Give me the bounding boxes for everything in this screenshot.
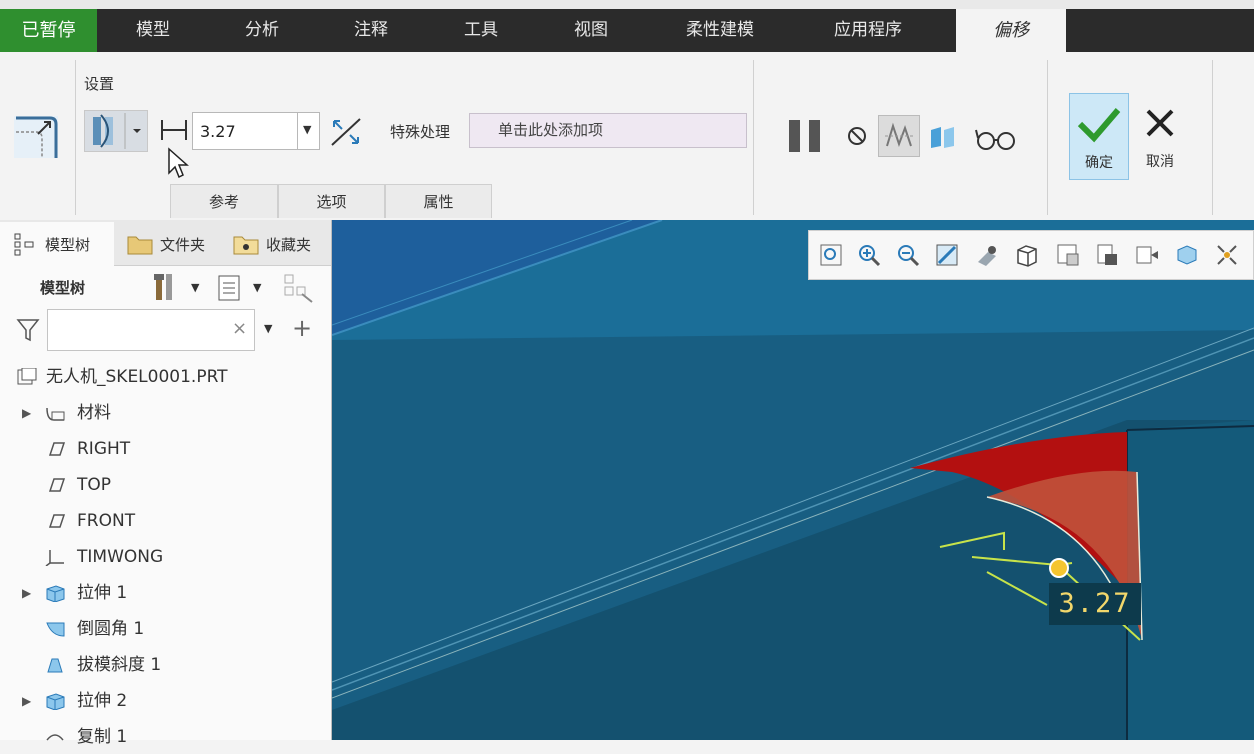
verify-glasses-icon[interactable] [975, 126, 1017, 152]
flip-direction-icon[interactable] [328, 115, 364, 149]
model-geometry [332, 220, 1254, 740]
tab-applications[interactable]: 应用程序 [793, 9, 943, 52]
tree-item-label: 材料 [77, 403, 111, 423]
draft-icon [47, 658, 63, 673]
tab-model[interactable]: 模型 [97, 9, 209, 52]
tree-item-label: RIGHT [77, 439, 131, 459]
display-style-icon[interactable] [974, 242, 1000, 268]
tree-item-label: 复制 1 [77, 727, 128, 747]
graphics-viewport[interactable] [332, 220, 1254, 740]
folder-icon [127, 236, 153, 255]
tab-favorites[interactable]: 收藏夹 [224, 222, 328, 266]
settings-tools-icon[interactable] [152, 270, 182, 304]
distance-input[interactable]: 3.27 ▼ [192, 112, 320, 150]
datum-plane-icon [48, 442, 66, 456]
extrude-icon [46, 585, 65, 602]
chevron-down-icon[interactable]: ▼ [253, 281, 261, 294]
tree-item-label: TOP [77, 475, 112, 495]
feature-preview-icon[interactable] [928, 124, 958, 150]
title-strip [0, 0, 1254, 9]
pause-icon[interactable] [786, 118, 824, 154]
tree-item-label: 拔模斜度 1 [77, 655, 162, 675]
tree-item-label: 拉伸 2 [77, 691, 128, 711]
ribbon-separator [1047, 60, 1048, 215]
cancel-button[interactable]: 取消 [1133, 93, 1187, 180]
round-icon [46, 622, 65, 637]
repaint-icon[interactable] [934, 242, 960, 268]
view-manager-icon[interactable] [1055, 242, 1081, 268]
zoom-in-icon[interactable] [856, 242, 882, 268]
ok-button[interactable]: 确定 [1069, 93, 1129, 180]
tab-offset-active[interactable]: 偏移 [956, 9, 1066, 52]
cancel-label: 取消 [1146, 154, 1174, 170]
tree-item-label: 拉伸 1 [77, 583, 128, 603]
paused-status: 已暂停 [0, 9, 97, 52]
subtab-options[interactable]: 选项 [278, 184, 385, 218]
show-list-icon[interactable] [216, 273, 242, 303]
part-icon [17, 368, 37, 385]
distance-value: 3.27 [200, 122, 236, 141]
tab-annotate[interactable]: 注释 [315, 9, 427, 52]
annotation-display-icon[interactable] [1174, 242, 1200, 268]
material-icon [46, 407, 65, 421]
tab-tools[interactable]: 工具 [427, 9, 535, 52]
ribbon-separator [1212, 60, 1213, 215]
saved-orientations-icon[interactable] [1014, 242, 1040, 268]
csys-icon [45, 550, 64, 566]
tab-view[interactable]: 视图 [535, 9, 647, 52]
copy-icon [46, 734, 64, 741]
tree-filter-icon[interactable] [282, 272, 316, 304]
offset-surface-icon[interactable] [10, 110, 62, 162]
subtab-references[interactable]: 参考 [170, 184, 278, 218]
no-preview-icon[interactable] [846, 125, 868, 147]
tab-folder-browser[interactable]: 文件夹 [116, 222, 220, 266]
ribbon-separator [75, 60, 76, 215]
favorites-folder-icon [233, 236, 259, 255]
datum-plane-icon [48, 514, 66, 528]
special-handling-label: 特殊处理 [390, 123, 451, 141]
refit-icon[interactable] [818, 242, 844, 268]
perspective-icon[interactable] [1095, 242, 1121, 268]
checkmark-icon [1077, 108, 1121, 143]
offset-dimension-label[interactable]: 3.27 [1049, 583, 1141, 625]
tree-icon [14, 233, 34, 256]
extrude-icon [46, 693, 65, 710]
tree-item-label: 倒圆角 1 [77, 619, 145, 639]
chevron-down-icon[interactable]: ▼ [303, 123, 311, 136]
tab-model-tree-label: 模型树 [45, 236, 91, 254]
offset-type-dropdown[interactable] [84, 110, 148, 152]
tab-model-tree[interactable]: 模型树 [0, 222, 114, 266]
tab-analysis[interactable]: 分析 [209, 9, 315, 52]
add-icon[interactable]: + [292, 314, 312, 342]
chevron-down-icon[interactable]: ▼ [264, 322, 272, 335]
filter-funnel-icon[interactable] [15, 316, 41, 344]
special-handling-collector[interactable]: 单击此处添加项 [469, 113, 747, 148]
tree-search-input[interactable]: × [47, 309, 255, 351]
zoom-out-icon[interactable] [895, 242, 921, 268]
ok-label: 确定 [1085, 155, 1113, 171]
spin-center-icon[interactable] [1134, 242, 1160, 268]
ribbon-separator [753, 60, 754, 215]
tab-flexible-modeling[interactable]: 柔性建模 [647, 9, 793, 52]
expand-arrow-icon[interactable]: ▶ [22, 576, 31, 610]
geometry-preview-icon[interactable] [878, 115, 920, 157]
datum-plane-icon [48, 478, 66, 492]
tab-folder-label: 文件夹 [160, 236, 206, 254]
distance-icon [159, 117, 189, 143]
close-icon [1146, 109, 1174, 137]
tree-root-label: 无人机_SKEL0001.PRT [46, 367, 228, 387]
subtab-properties[interactable]: 属性 [385, 184, 492, 218]
model-tree-title: 模型树 [40, 279, 86, 297]
tree-item-label: TIMWONG [77, 547, 164, 567]
datum-display-icon[interactable] [1214, 242, 1240, 268]
tab-favorites-label: 收藏夹 [266, 236, 312, 254]
settings-group-label: 设置 [84, 75, 115, 93]
expand-arrow-icon[interactable]: ▶ [22, 684, 31, 718]
chevron-down-icon[interactable]: ▼ [191, 281, 199, 294]
clear-icon[interactable]: × [232, 318, 247, 339]
tree-item-label: FRONT [77, 511, 136, 531]
expand-arrow-icon[interactable]: ▶ [22, 396, 31, 430]
mouse-cursor-icon [167, 147, 189, 179]
